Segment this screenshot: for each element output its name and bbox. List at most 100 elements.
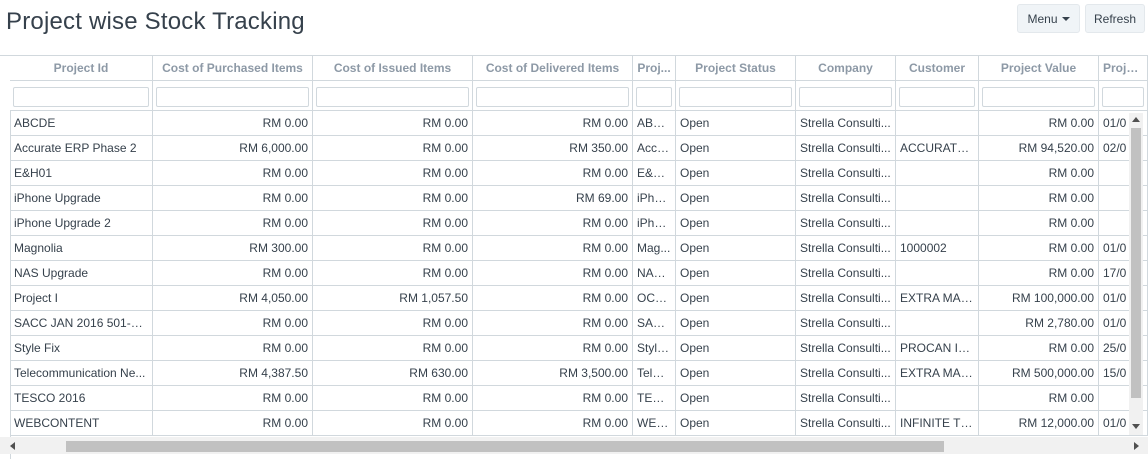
cell-project-id[interactable]: NAS Upgrade (10, 261, 153, 286)
cell-cost-delivered[interactable]: RM 3,500.00 (473, 361, 633, 386)
cell-cost-delivered[interactable]: RM 0.00 (473, 236, 633, 261)
cell-cost-purchased[interactable]: RM 0.00 (153, 261, 313, 286)
cell-company[interactable]: Strella Consulti... (796, 186, 896, 211)
cell-cost-issued[interactable]: RM 0.00 (313, 261, 473, 286)
cell-company[interactable]: Strella Consulti... (796, 411, 896, 436)
column-header-customer[interactable]: Customer (896, 56, 979, 81)
cell-cost-delivered[interactable]: RM 0.00 (473, 411, 633, 436)
cell-project-status[interactable]: Open (676, 186, 796, 211)
cell-cost-purchased[interactable]: RM 0.00 (153, 386, 313, 411)
cell-cost-delivered[interactable]: RM 350.00 (473, 136, 633, 161)
cell-cost-delivered[interactable]: RM 0.00 (473, 336, 633, 361)
horizontal-scrollbar[interactable] (0, 437, 1148, 454)
column-header-cost-delivered[interactable]: Cost of Delivered Items (473, 56, 633, 81)
column-header-company[interactable]: Company (796, 56, 896, 81)
cell-cost-purchased[interactable]: RM 0.00 (153, 311, 313, 336)
cell-project-status[interactable]: Open (676, 161, 796, 186)
cell-project-id[interactable]: Accurate ERP Phase 2 (10, 136, 153, 161)
filter-input-company[interactable] (799, 87, 892, 107)
cell-project-id[interactable]: WEBCONTENT (10, 411, 153, 436)
cell-cost-issued[interactable]: RM 0.00 (313, 336, 473, 361)
cell-project-status[interactable]: Open (676, 261, 796, 286)
cell-project-id[interactable]: iPhone Upgrade (10, 186, 153, 211)
cell-project-name[interactable]: E&H... (633, 161, 676, 186)
cell-project-status[interactable]: Open (676, 386, 796, 411)
cell-project-value[interactable]: RM 12,000.00 (979, 411, 1099, 436)
column-header-project-name[interactable]: Proj... (633, 56, 676, 81)
cell-company[interactable]: Strella Consulti... (796, 236, 896, 261)
cell-project-value[interactable]: RM 0.00 (979, 111, 1099, 136)
filter-input-cost-delivered[interactable] (476, 87, 629, 107)
cell-customer[interactable]: EXTRA MAR... (896, 361, 979, 386)
cell-project-name[interactable]: TESC... (633, 386, 676, 411)
column-header-project-id[interactable]: Project Id (10, 56, 153, 81)
cell-project-name[interactable]: iPho... (633, 186, 676, 211)
column-header-project-status[interactable]: Project Status (676, 56, 796, 81)
cell-project-name[interactable]: Style... (633, 336, 676, 361)
cell-project-status[interactable]: Open (676, 111, 796, 136)
cell-company[interactable]: Strella Consulti... (796, 161, 896, 186)
cell-project-id[interactable]: Project I (10, 286, 153, 311)
cell-project-name[interactable]: iPho... (633, 211, 676, 236)
cell-customer[interactable] (896, 161, 979, 186)
cell-project-name[interactable]: ABC... (633, 111, 676, 136)
cell-project-value[interactable]: RM 0.00 (979, 386, 1099, 411)
cell-company[interactable]: Strella Consulti... (796, 386, 896, 411)
scroll-right-icon[interactable] (1134, 442, 1139, 450)
cell-project-name[interactable]: OCK... (633, 286, 676, 311)
cell-company[interactable]: Strella Consulti... (796, 361, 896, 386)
cell-cost-issued[interactable]: RM 0.00 (313, 136, 473, 161)
cell-cost-delivered[interactable]: RM 0.00 (473, 261, 633, 286)
cell-customer[interactable] (896, 111, 979, 136)
cell-project-id[interactable]: Style Fix (10, 336, 153, 361)
scroll-left-icon[interactable] (10, 442, 15, 450)
cell-project-value[interactable]: RM 0.00 (979, 211, 1099, 236)
cell-customer[interactable] (896, 311, 979, 336)
menu-button[interactable]: Menu (1017, 4, 1080, 33)
cell-project-status[interactable]: Open (676, 411, 796, 436)
cell-project-value[interactable]: RM 0.00 (979, 186, 1099, 211)
cell-customer[interactable]: EXTRA MAR... (896, 286, 979, 311)
cell-cost-purchased[interactable]: RM 0.00 (153, 211, 313, 236)
cell-project-id[interactable]: iPhone Upgrade 2 (10, 211, 153, 236)
cell-project-name[interactable]: Telec... (633, 361, 676, 386)
filter-input-project-name[interactable] (636, 87, 672, 107)
cell-cost-issued[interactable]: RM 0.00 (313, 236, 473, 261)
cell-customer[interactable] (896, 211, 979, 236)
cell-project-value[interactable]: RM 0.00 (979, 261, 1099, 286)
cell-cost-delivered[interactable]: RM 0.00 (473, 286, 633, 311)
column-header-project-start[interactable]: Project (1099, 56, 1148, 81)
cell-cost-delivered[interactable]: RM 0.00 (473, 111, 633, 136)
column-header-project-value[interactable]: Project Value (979, 56, 1099, 81)
cell-cost-issued[interactable]: RM 630.00 (313, 361, 473, 386)
cell-project-status[interactable]: Open (676, 311, 796, 336)
cell-company[interactable]: Strella Consulti... (796, 211, 896, 236)
cell-project-status[interactable]: Open (676, 361, 796, 386)
cell-project-name[interactable]: Accu... (633, 136, 676, 161)
cell-cost-issued[interactable]: RM 0.00 (313, 161, 473, 186)
cell-customer[interactable]: INFINITE TE... (896, 411, 979, 436)
cell-company[interactable]: Strella Consulti... (796, 136, 896, 161)
cell-cost-delivered[interactable]: RM 69.00 (473, 186, 633, 211)
refresh-button[interactable]: Refresh (1085, 4, 1145, 33)
cell-customer[interactable] (896, 186, 979, 211)
scroll-down-icon[interactable] (1132, 424, 1140, 429)
column-header-cost-purchased[interactable]: Cost of Purchased Items (153, 56, 313, 81)
cell-cost-purchased[interactable]: RM 4,387.50 (153, 361, 313, 386)
cell-cost-issued[interactable]: RM 0.00 (313, 386, 473, 411)
cell-project-id[interactable]: TESCO 2016 (10, 386, 153, 411)
cell-project-status[interactable]: Open (676, 236, 796, 261)
cell-project-value[interactable]: RM 0.00 (979, 236, 1099, 261)
cell-project-id[interactable]: E&H01 (10, 161, 153, 186)
cell-cost-purchased[interactable]: RM 0.00 (153, 336, 313, 361)
cell-project-value[interactable]: RM 0.00 (979, 161, 1099, 186)
cell-company[interactable]: Strella Consulti... (796, 286, 896, 311)
cell-customer[interactable] (896, 261, 979, 286)
cell-cost-purchased[interactable]: RM 0.00 (153, 161, 313, 186)
cell-cost-purchased[interactable]: RM 0.00 (153, 111, 313, 136)
cell-cost-delivered[interactable]: RM 0.00 (473, 311, 633, 336)
cell-company[interactable]: Strella Consulti... (796, 261, 896, 286)
cell-project-status[interactable]: Open (676, 286, 796, 311)
cell-project-status[interactable]: Open (676, 211, 796, 236)
cell-cost-issued[interactable]: RM 0.00 (313, 111, 473, 136)
